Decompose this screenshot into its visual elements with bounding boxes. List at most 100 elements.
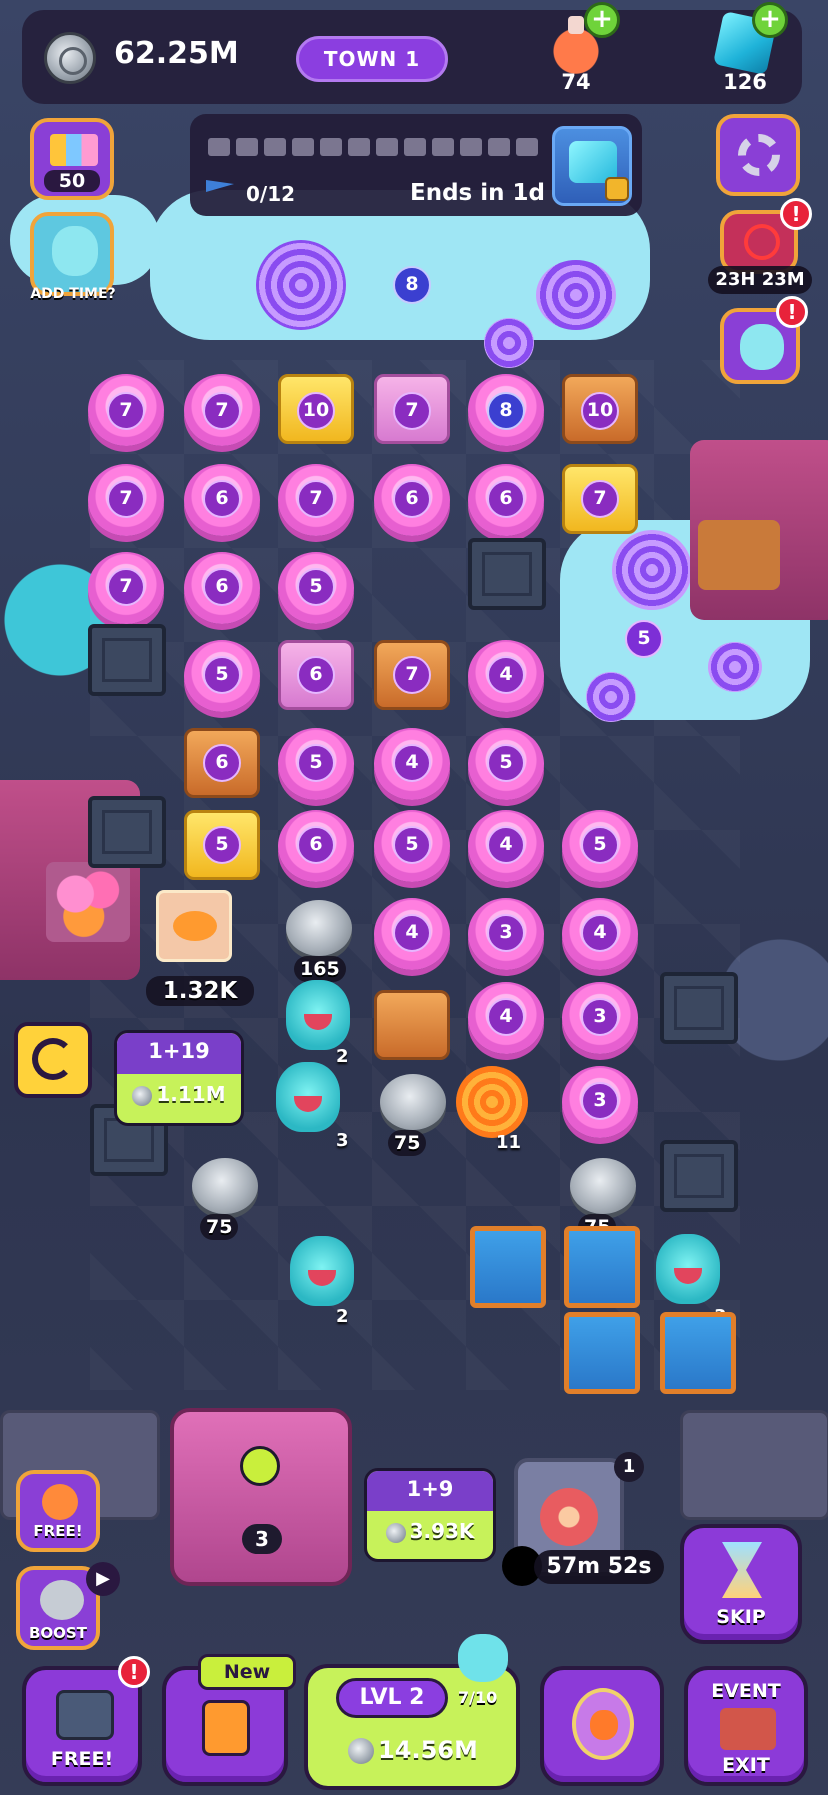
level-badge: 7 <box>107 480 145 518</box>
level-badge: 3 <box>487 914 525 952</box>
timer-icon <box>240 1446 280 1486</box>
donut-icon <box>540 1488 598 1546</box>
alert-badge: ! <box>780 198 812 230</box>
lollipop-icon <box>256 240 346 330</box>
collection-count: 50 <box>44 170 100 192</box>
level-badge: 10 <box>581 392 619 430</box>
play-icon[interactable]: ▶ <box>86 1562 120 1596</box>
cart-icon <box>720 1708 776 1750</box>
trophy-icon <box>50 134 98 166</box>
refresh-offer-card[interactable]: 1+19 1.11M <box>114 1030 244 1126</box>
chest-icon <box>56 1690 114 1740</box>
oven-timer: 57m 52s <box>534 1550 664 1584</box>
coin-icon <box>132 1085 153 1106</box>
generator-upgrade-price-row: 3.93K <box>367 1511 493 1543</box>
level-badge: 7 <box>297 480 335 518</box>
refresh-offer-label: 1+19 <box>117 1033 241 1075</box>
progress-segment <box>292 138 314 156</box>
silver-coin-item[interactable] <box>192 1158 258 1214</box>
monster-item[interactable] <box>276 1062 340 1132</box>
silver-coin-item[interactable] <box>570 1158 636 1214</box>
level-badge: 7 <box>393 656 431 694</box>
free-spin-label: FREE! <box>33 1522 83 1540</box>
progress-segment <box>432 138 454 156</box>
silver-coin-item[interactable] <box>286 900 352 956</box>
monster-level: 2 <box>336 1306 349 1327</box>
level-badge: 6 <box>297 656 335 694</box>
add-gem-button[interactable]: + <box>752 2 788 38</box>
settings-button[interactable] <box>716 114 800 196</box>
monster-level: 3 <box>336 1130 349 1151</box>
skip-label: SKIP <box>716 1606 766 1628</box>
collection-button[interactable]: 50 <box>30 118 114 200</box>
mystery-crate[interactable] <box>564 1312 640 1394</box>
monster-item[interactable] <box>656 1234 720 1304</box>
boost-label: BOOST <box>29 1624 87 1642</box>
generator-upgrade-price: 3.93K <box>409 1519 475 1544</box>
monster-item[interactable] <box>290 1236 354 1306</box>
add-time-button[interactable] <box>30 212 114 296</box>
coin-icon <box>348 1738 375 1764</box>
monster-level: 2 <box>336 1046 349 1067</box>
level-badge: 5 <box>203 826 241 864</box>
locked-reward[interactable] <box>552 126 632 206</box>
level-up-button[interactable]: LVL 2 7/10 14.56M <box>304 1664 520 1790</box>
locked-crate <box>660 972 738 1044</box>
town-button[interactable]: TOWN 1 <box>296 36 448 82</box>
progress-segment <box>516 138 538 156</box>
mirror-icon <box>572 1688 634 1760</box>
event-ends-in: Ends in 1d <box>410 180 545 206</box>
level-badge: 4 <box>393 744 431 782</box>
level-badge: 4 <box>581 914 619 952</box>
locked-crate <box>88 796 166 868</box>
add-time-label: ADD TIME? <box>30 286 116 302</box>
free-spin-button[interactable]: FREE! <box>16 1470 100 1552</box>
generator-upgrade-card[interactable]: 1+9 3.93K <box>364 1468 496 1562</box>
monster-collection-button[interactable] <box>540 1666 664 1786</box>
cloud-level-badge[interactable]: 8 <box>393 266 431 304</box>
skip-button[interactable]: SKIP <box>680 1524 802 1644</box>
refresh-icon <box>32 1038 74 1080</box>
potion-count: 74 <box>561 70 591 94</box>
bonus-crate[interactable] <box>470 1226 546 1308</box>
character-icon <box>740 324 784 370</box>
bonus-crate[interactable] <box>564 1226 640 1308</box>
monster-item[interactable] <box>286 980 350 1050</box>
add-potion-button[interactable]: + <box>584 2 620 38</box>
level-badge: 5 <box>487 744 525 782</box>
progress-segment <box>264 138 286 156</box>
silver-coin-count: 165 <box>294 956 346 982</box>
coin-icon <box>385 1522 406 1543</box>
level-badge: 5 <box>581 826 619 864</box>
cloud-level-badge[interactable]: 5 <box>625 620 663 658</box>
progress-segment <box>404 138 426 156</box>
level-badge: 4 <box>393 914 431 952</box>
progress-segment <box>348 138 370 156</box>
refresh-button[interactable] <box>14 1022 92 1098</box>
generator-upgrade-label: 1+9 <box>367 1471 493 1512</box>
event-exit-button[interactable]: EVENT EXIT <box>684 1666 808 1786</box>
level-badge: 7 <box>581 480 619 518</box>
level-badge: 5 <box>203 656 241 694</box>
bonus-crate[interactable] <box>660 1312 736 1394</box>
refresh-offer-price: 1.11M <box>156 1082 226 1107</box>
level-badge: 5 <box>297 744 335 782</box>
wooden-chest[interactable] <box>374 990 450 1060</box>
silver-coin-item[interactable] <box>380 1074 446 1130</box>
lollipop-icon <box>708 642 762 692</box>
candy-shop-price: 1.32K <box>146 976 254 1006</box>
lollipop-icon <box>612 530 692 610</box>
lollipop-icon <box>536 260 616 330</box>
candy-display-icon <box>46 862 130 942</box>
generator-level: 3 <box>242 1524 282 1554</box>
level-badge: 4 <box>487 826 525 864</box>
swirl-cake-item[interactable] <box>456 1066 528 1138</box>
candy-shop-item[interactable] <box>156 890 232 962</box>
progress-segment <box>488 138 510 156</box>
lollipop-icon <box>586 672 636 722</box>
free-chest-label: FREE! <box>50 1748 114 1770</box>
level-badge: 5 <box>297 568 335 606</box>
candy-generator[interactable] <box>170 1408 352 1586</box>
silver-coin-count: 75 <box>200 1214 239 1240</box>
level-badge: 6 <box>393 480 431 518</box>
